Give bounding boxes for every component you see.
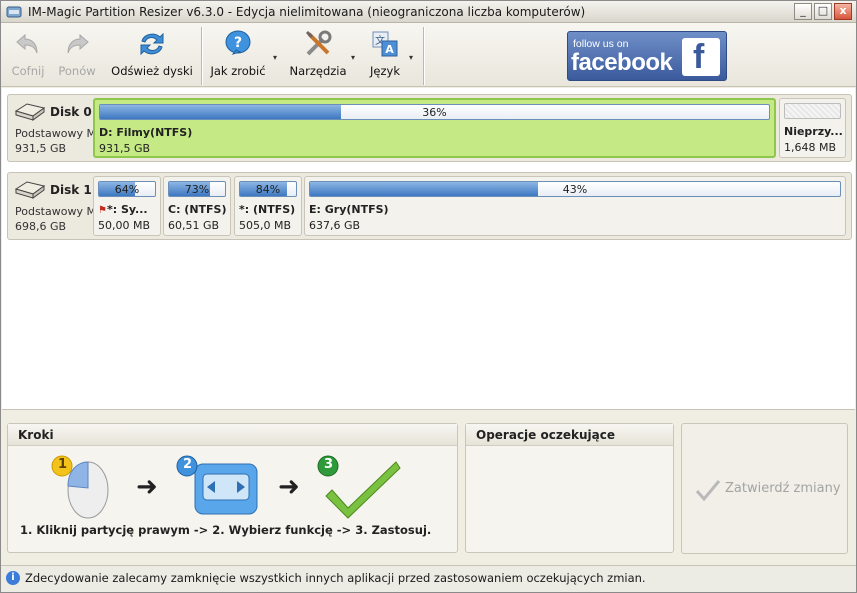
steps-panel: Kroki 1 ➜ 2 ➜ 3 1. Kliknij partycję praw… xyxy=(7,423,458,553)
svg-text:?: ? xyxy=(234,35,242,51)
close-button[interactable]: x xyxy=(834,3,852,20)
disk-name: Disk 0 xyxy=(50,105,92,119)
title-bar: IM-Magic Partition Resizer v6.3.0 - Edyc… xyxy=(1,1,856,23)
flag-icon: ⚑ xyxy=(98,205,107,216)
disk-row-1[interactable]: Disk 1 Podstawowy MBR 698,6 GB 64% ⚑*: S… xyxy=(7,172,852,240)
partition-name: Nieprzy... xyxy=(784,125,843,138)
refresh-label: Odśwież dyski xyxy=(111,64,193,78)
usage-percent: 43% xyxy=(562,183,588,196)
partition-e[interactable]: 43% E: Gry(NTFS) 637,6 GB xyxy=(304,176,846,236)
howto-dropdown-arrow[interactable]: ▾ xyxy=(273,53,277,62)
partition-name: *: (NTFS) xyxy=(239,203,296,216)
refresh-icon xyxy=(140,32,164,56)
usage-bar: 84% xyxy=(239,181,297,197)
pending-title: Operacje oczekujące xyxy=(466,424,673,446)
toolbar-separator xyxy=(201,27,202,85)
steps-title: Kroki xyxy=(8,424,457,446)
tools-icon xyxy=(305,30,332,56)
partition-system[interactable]: 64% ⚑*: Sy... 50,00 MB xyxy=(93,176,161,236)
usage-percent: 64% xyxy=(114,183,140,196)
window-title: IM-Magic Partition Resizer v6.3.0 - Edyc… xyxy=(28,4,586,19)
tools-dropdown-arrow[interactable]: ▾ xyxy=(351,53,355,62)
partition-size: 50,00 MB xyxy=(98,219,151,232)
language-label: Język xyxy=(370,64,400,78)
usage-bar: 73% xyxy=(168,181,226,197)
partition-size: 60,51 GB xyxy=(168,219,220,232)
svg-text:A: A xyxy=(385,43,394,56)
minimize-button[interactable]: _ xyxy=(794,3,812,20)
disk-info: Disk 1 Podstawowy MBR 698,6 GB xyxy=(13,179,93,235)
maximize-button[interactable]: □ xyxy=(814,3,832,20)
undo-icon xyxy=(16,33,38,54)
partition-name: E: Gry(NTFS) xyxy=(309,203,389,216)
disk-size: 698,6 GB xyxy=(15,220,67,233)
info-icon: i xyxy=(6,571,20,585)
language-button[interactable]: 文 A Język xyxy=(367,29,403,85)
partition-ntfs[interactable]: 84% *: (NTFS) 505,0 MB xyxy=(234,176,302,236)
undo-button[interactable]: Cofnij xyxy=(9,29,47,85)
facebook-text: facebook xyxy=(571,49,673,76)
toolbar: Cofnij Ponów Odśwież dyski ? Jak zrobić … xyxy=(1,23,856,87)
usage-bar: 64% xyxy=(98,181,156,197)
tools-button[interactable]: Narzędzia xyxy=(289,29,347,85)
disk-size: 931,5 GB xyxy=(15,142,67,155)
window-controls: _ □ x xyxy=(794,3,852,20)
partition-unallocated[interactable]: Nieprzy... 1,648 MB xyxy=(779,98,846,158)
facebook-icon: f xyxy=(682,38,720,76)
tools-label: Narzędzia xyxy=(289,64,347,78)
hard-disk-icon xyxy=(14,103,46,121)
hard-disk-icon xyxy=(14,181,46,199)
usage-bar: 43% xyxy=(309,181,841,197)
help-icon: ? xyxy=(225,30,251,55)
partition-d[interactable]: 36% D: Filmy(NTFS) 931,5 GB xyxy=(93,98,776,158)
redo-label: Ponów xyxy=(58,64,96,78)
disk-map: Disk 0 Podstawowy MBR 931,5 GB 36% D: Fi… xyxy=(2,88,855,410)
partition-name-text: *: Sy... xyxy=(106,203,148,216)
howto-label: Jak zrobić xyxy=(210,64,266,78)
language-icon: 文 A xyxy=(372,31,398,57)
facebook-banner[interactable]: follow us on facebook f xyxy=(567,31,727,81)
language-dropdown-arrow[interactable]: ▾ xyxy=(409,53,413,62)
step-number-1: 1 xyxy=(58,457,68,472)
usage-percent: 84% xyxy=(255,183,281,196)
howto-button[interactable]: ? Jak zrobić xyxy=(209,29,267,85)
step-number-2: 2 xyxy=(183,457,193,472)
partition-size: 931,5 GB xyxy=(99,142,151,155)
apply-label: Zatwierdź zmiany xyxy=(725,481,841,496)
redo-icon xyxy=(67,33,89,54)
facebook-f: f xyxy=(693,38,705,76)
partition-name: ⚑*: Sy... xyxy=(98,203,160,216)
partition-size: 1,648 MB xyxy=(784,141,837,154)
status-text: Zdecydowanie zalecamy zamknięcie wszystk… xyxy=(25,571,646,585)
disk-info: Disk 0 Podstawowy MBR 931,5 GB xyxy=(13,101,93,157)
disk-type: Podstawowy MBR xyxy=(15,205,93,218)
pending-operations-panel: Operacje oczekujące xyxy=(465,423,674,553)
usage-percent: 73% xyxy=(184,183,210,196)
partition-c[interactable]: 73% C: (NTFS) 60,51 GB xyxy=(163,176,231,236)
disk-name: Disk 1 xyxy=(50,183,92,197)
steps-caption: 1. Kliknij partycję prawym -> 2. Wybierz… xyxy=(20,523,432,537)
partition-name: D: Filmy(NTFS) xyxy=(99,126,193,139)
status-bar: i Zdecydowanie zalecamy zamknięcie wszys… xyxy=(1,565,856,592)
disk-row-0[interactable]: Disk 0 Podstawowy MBR 931,5 GB 36% D: Fi… xyxy=(7,94,852,162)
arrow-icon: ➜ xyxy=(278,472,300,502)
app-window: IM-Magic Partition Resizer v6.3.0 - Edyc… xyxy=(0,0,857,593)
usage-bar xyxy=(784,103,841,119)
partition-size: 637,6 GB xyxy=(309,219,361,232)
arrow-icon: ➜ xyxy=(136,472,158,502)
partition-size: 505,0 MB xyxy=(239,219,292,232)
disk-type: Podstawowy MBR xyxy=(15,127,93,140)
app-icon xyxy=(6,6,22,17)
step-number-3: 3 xyxy=(324,457,334,472)
usage-percent: 36% xyxy=(422,106,447,119)
refresh-disks-button[interactable]: Odśwież dyski xyxy=(111,29,193,85)
redo-button[interactable]: Ponów xyxy=(56,29,98,85)
undo-label: Cofnij xyxy=(11,64,45,78)
checkmark-icon xyxy=(695,480,721,502)
toolbar-separator xyxy=(423,27,424,85)
apply-changes-button[interactable]: Zatwierdź zmiany xyxy=(681,423,848,554)
partition-name: C: (NTFS) xyxy=(168,203,227,216)
usage-bar: 36% xyxy=(99,104,770,120)
